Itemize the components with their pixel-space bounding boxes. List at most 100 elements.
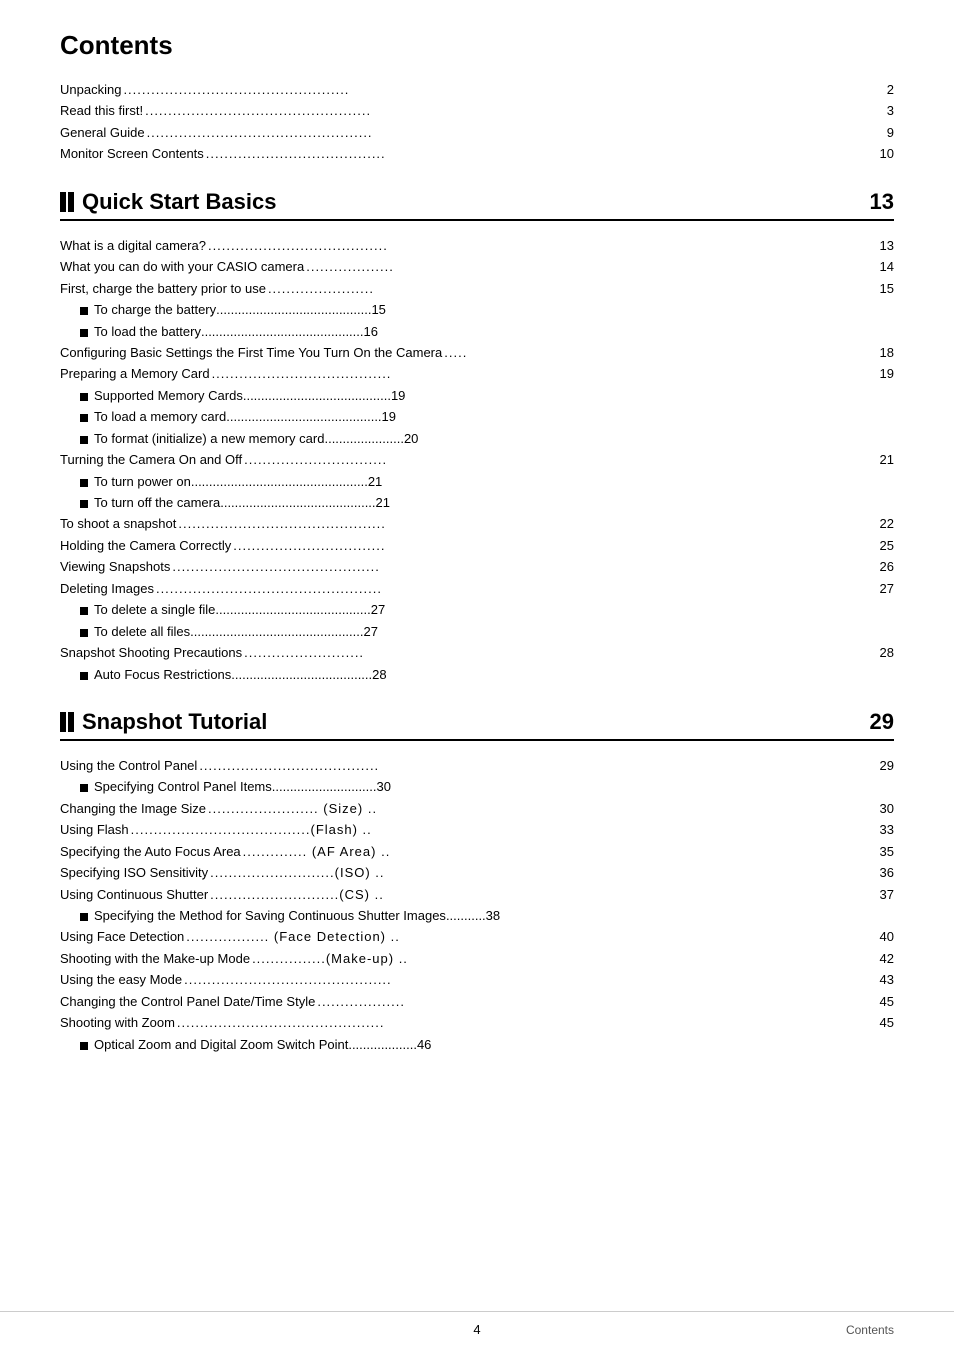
toc-entry: To turn power on .......................… bbox=[60, 471, 894, 492]
toc-entry: Viewing Snapshots ......................… bbox=[60, 556, 894, 577]
entry-dots: ............................... bbox=[244, 449, 872, 470]
entry-page: 28 bbox=[874, 642, 894, 663]
entry-page: 15 bbox=[371, 299, 385, 320]
entry-label: Changing the Image Size bbox=[60, 798, 206, 819]
entry-label: Viewing Snapshots bbox=[60, 556, 170, 577]
entry-label: To format (initialize) a new memory card bbox=[94, 428, 324, 449]
entry-label: To turn off the camera bbox=[94, 492, 220, 513]
entry-label: Specifying Control Panel Items bbox=[94, 776, 272, 797]
section2-title: Snapshot Tutorial bbox=[82, 709, 870, 735]
entry-page: 27 bbox=[364, 621, 378, 642]
entry-dots: ........................................… bbox=[191, 471, 368, 492]
bullet-icon bbox=[80, 607, 88, 615]
entry-page: 21 bbox=[376, 492, 390, 513]
toc-entry: Shooting with the Make-up Mode .........… bbox=[60, 948, 894, 969]
entry-page: 18 bbox=[874, 342, 894, 363]
entry-page: 46 bbox=[417, 1034, 431, 1055]
toc-entry: Supported Memory Cards .................… bbox=[60, 385, 894, 406]
entry-label: Deleting Images bbox=[60, 578, 154, 599]
entry-dots: ........................................… bbox=[172, 556, 872, 577]
entry-label: Using the easy Mode bbox=[60, 969, 182, 990]
entry-dots: .......................... bbox=[244, 642, 872, 663]
entry-dots: ....................................... bbox=[212, 363, 872, 384]
entry-label: Configuring Basic Settings the First Tim… bbox=[60, 342, 442, 363]
entry-label: Optical Zoom and Digital Zoom Switch Poi… bbox=[94, 1034, 348, 1055]
bullet-icon bbox=[80, 784, 88, 792]
entry-dots: ..... bbox=[444, 342, 872, 363]
entry-dots: ........................ (Size) .. bbox=[208, 798, 872, 819]
footer: 4 Contents bbox=[0, 1311, 954, 1337]
entry-dots: ........................................… bbox=[145, 100, 872, 121]
entry-page: 36 bbox=[874, 862, 894, 883]
entry-dots: ................(Make-up) .. bbox=[252, 948, 872, 969]
entry-page: 21 bbox=[368, 471, 382, 492]
entry-page: 15 bbox=[874, 278, 894, 299]
entry-label: What is a digital camera? bbox=[60, 235, 206, 256]
section2-entries: Using the Control Panel ................… bbox=[60, 755, 894, 1055]
entry-dots: ............................(CS) .. bbox=[210, 884, 872, 905]
entry-label: Monitor Screen Contents bbox=[60, 143, 204, 164]
entry-dots: .............. (AF Area) .. bbox=[243, 841, 872, 862]
entry-dots: ........................................… bbox=[177, 1012, 872, 1033]
entry-dots: ....................................... bbox=[208, 235, 872, 256]
entry-page: 37 bbox=[874, 884, 894, 905]
toc-entry: Changing the Control Panel Date/Time Sty… bbox=[60, 991, 894, 1012]
entry-label: To load a memory card bbox=[94, 406, 226, 427]
entry-page: 45 bbox=[874, 991, 894, 1012]
toc-entry: Using the Control Panel ................… bbox=[60, 755, 894, 776]
toc-entry: To turn off the camera .................… bbox=[60, 492, 894, 513]
bullet-icon bbox=[80, 913, 88, 921]
entry-dots: ........................................… bbox=[216, 299, 371, 320]
toc-entry: To format (initialize) a new memory card… bbox=[60, 428, 894, 449]
section1-icon bbox=[60, 192, 74, 212]
entry-label: Supported Memory Cards bbox=[94, 385, 243, 406]
entry-page: 25 bbox=[874, 535, 894, 556]
entry-label: To delete all files bbox=[94, 621, 190, 642]
toc-entry: General Guide ..........................… bbox=[60, 122, 894, 143]
entry-dots: ........................................… bbox=[123, 79, 872, 100]
toc-entry: Preparing a Memory Card ................… bbox=[60, 363, 894, 384]
entry-label: Snapshot Shooting Precautions bbox=[60, 642, 242, 663]
entry-label: Specifying the Auto Focus Area bbox=[60, 841, 241, 862]
toc-entry: Holding the Camera Correctly ...........… bbox=[60, 535, 894, 556]
entry-page: 28 bbox=[372, 664, 386, 685]
toc-entry: What is a digital camera? ..............… bbox=[60, 235, 894, 256]
entry-label: Changing the Control Panel Date/Time Sty… bbox=[60, 991, 315, 1012]
entry-label: General Guide bbox=[60, 122, 145, 143]
section1-title: Quick Start Basics bbox=[82, 189, 870, 215]
entry-page: 3 bbox=[874, 100, 894, 121]
entry-page: 14 bbox=[874, 256, 894, 277]
footer-label: Contents bbox=[846, 1323, 894, 1337]
entry-label: To load the battery bbox=[94, 321, 201, 342]
bullet-icon bbox=[80, 672, 88, 680]
toc-entry: Specifying ISO Sensitivity .............… bbox=[60, 862, 894, 883]
entry-dots: ........................................… bbox=[156, 578, 872, 599]
bullet-icon bbox=[80, 307, 88, 315]
toc-entry: Monitor Screen Contents ................… bbox=[60, 143, 894, 164]
entry-dots: ........... bbox=[446, 905, 486, 926]
bullet-icon bbox=[80, 479, 88, 487]
entry-page: 35 bbox=[874, 841, 894, 862]
section2-icon bbox=[60, 712, 74, 732]
entry-dots: ....................................... bbox=[231, 664, 372, 685]
page: Contents Unpacking .....................… bbox=[0, 0, 954, 1357]
entry-dots: ................................. bbox=[233, 535, 872, 556]
toc-entry: Read this first! .......................… bbox=[60, 100, 894, 121]
entry-dots: ................... bbox=[348, 1034, 417, 1055]
entry-dots: ........................................… bbox=[184, 969, 872, 990]
toc-entry: Using Continuous Shutter ...............… bbox=[60, 884, 894, 905]
entry-label: Read this first! bbox=[60, 100, 143, 121]
section1-header: Quick Start Basics 13 bbox=[60, 189, 894, 221]
page-title: Contents bbox=[60, 30, 894, 61]
entry-dots: ....................................... bbox=[199, 755, 872, 776]
entry-dots: ............................. bbox=[272, 776, 377, 797]
entry-page: 9 bbox=[874, 122, 894, 143]
entry-label: First, charge the battery prior to use bbox=[60, 278, 266, 299]
toc-entry: Using the easy Mode ....................… bbox=[60, 969, 894, 990]
entry-dots: ........................................… bbox=[190, 621, 363, 642]
entry-label: To charge the battery bbox=[94, 299, 216, 320]
toc-entry: Specifying Control Panel Items .........… bbox=[60, 776, 894, 797]
entry-label: Shooting with the Make-up Mode bbox=[60, 948, 250, 969]
toc-entry: Specifying the Auto Focus Area .........… bbox=[60, 841, 894, 862]
entry-page: 30 bbox=[377, 776, 391, 797]
